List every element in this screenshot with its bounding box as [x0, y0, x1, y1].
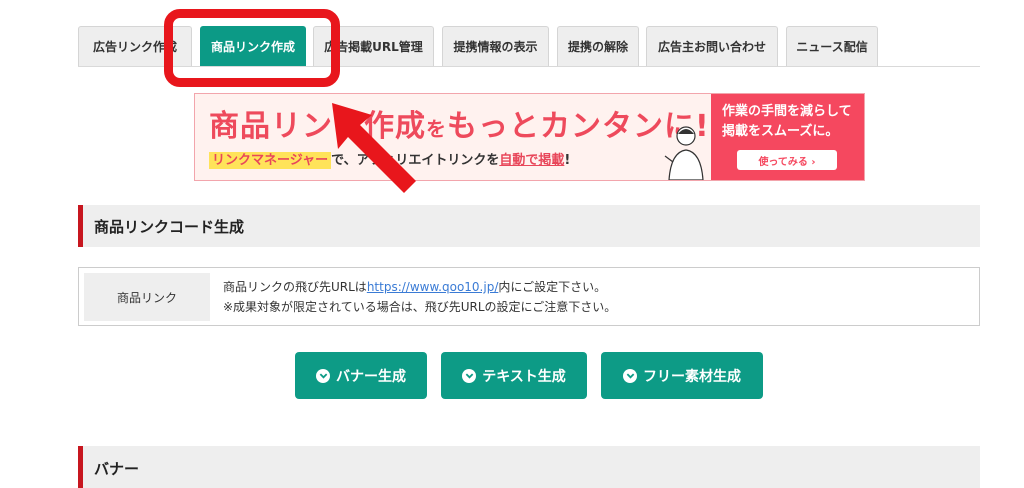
product-link-row: 商品リンク 商品リンクの飛び先URLはhttps://www.qoo10.jp/… [78, 267, 980, 326]
banner-cta-line1: 作業の手間を減らして [722, 104, 852, 119]
banner-headline: 商品リンク作成をもっとカンタンに! [209, 101, 710, 145]
check-circle-icon [462, 368, 477, 383]
product-link-description: 商品リンクの飛び先URLはhttps://www.qoo10.jp/内にご設定下… [223, 277, 616, 317]
banner-cta-message: 作業の手間を減らして 掲載をスムーズに。 [722, 102, 852, 142]
desc-before: 商品リンクの飛び先URLは [223, 280, 367, 294]
section-header-product-link-code: 商品リンクコード生成 [78, 205, 980, 247]
text-generate-label: テキスト生成 [482, 368, 566, 385]
tab-partnership-info[interactable]: 提携情報の表示 [442, 26, 549, 66]
link-manager-banner[interactable]: 商品リンク作成をもっとカンタンに! リンクマネージャー で、アフィリエイトリンクを… [194, 93, 865, 181]
text-generate-button[interactable]: テキスト生成 [441, 352, 587, 399]
banner-cta-line2: 掲載をスムーズに。 [722, 124, 839, 139]
person-illustration-icon [664, 126, 704, 180]
tab-label: 提携情報の表示 [453, 40, 538, 54]
tab-label: 提携の解除 [567, 40, 628, 54]
banner-sub-highlight: リンクマネージャー [209, 152, 332, 169]
banner-generate-button[interactable]: バナー生成 [295, 352, 427, 399]
free-material-generate-button[interactable]: フリー素材生成 [601, 352, 763, 399]
highlight-box [164, 9, 340, 87]
tab-label: ニュース配信 [796, 40, 868, 54]
red-arrow-icon [332, 103, 416, 193]
free-material-generate-label: フリー素材生成 [643, 368, 741, 385]
tab-advertiser-contact[interactable]: 広告主お問い合わせ [646, 26, 778, 66]
desc-after: 内にご設定下さい。 [498, 280, 607, 294]
check-circle-icon [316, 368, 330, 383]
section-header-banner: バナー [78, 446, 980, 488]
banner-cta-panel: 作業の手間を減らして 掲載をスムーズに。 使ってみる › [711, 94, 864, 180]
check-circle-icon [623, 368, 637, 383]
try-it-button[interactable]: 使ってみる › [737, 150, 837, 170]
banner-sub-underline: 自動で掲載 [499, 153, 565, 168]
tab-partnership-cancel[interactable]: 提携の解除 [557, 26, 639, 66]
desc-note: ※成果対象が限定されている場合は、飛び先URLの設定にご注意下さい。 [223, 300, 617, 314]
qoo10-url-link[interactable]: https://www.qoo10.jp/ [367, 280, 499, 294]
tab-news[interactable]: ニュース配信 [786, 26, 878, 66]
product-link-label: 商品リンク [84, 273, 210, 321]
banner-generate-label: バナー生成 [336, 368, 406, 385]
tab-label: 広告主お問い合わせ [657, 40, 766, 54]
banner-sub-end: ! [564, 153, 571, 168]
